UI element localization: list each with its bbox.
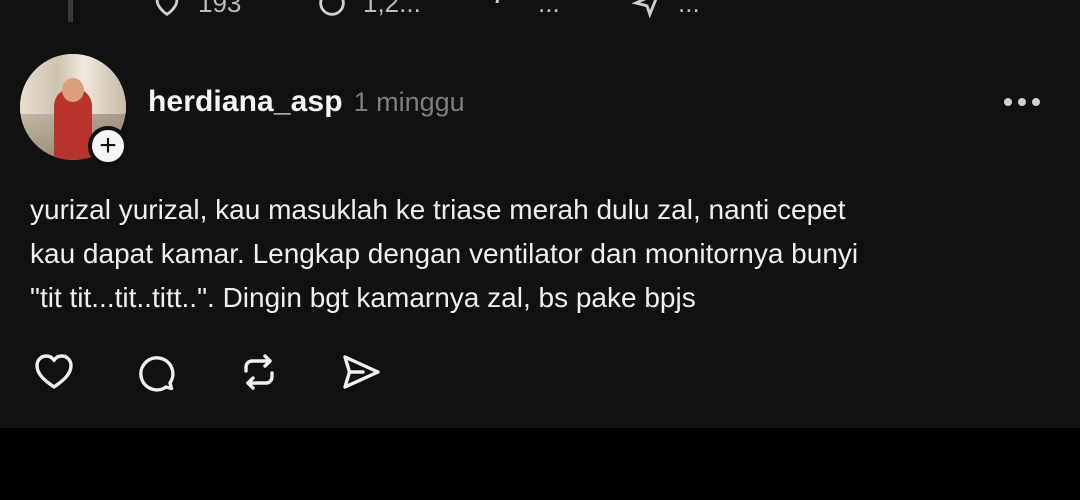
thread-post-card: 193 1,2... ... ... + herdiana_asp 1 ming… <box>0 0 1080 428</box>
comment-button[interactable] <box>133 350 177 394</box>
prev-repost-count: ... <box>538 0 560 18</box>
prev-share-count: ... <box>678 0 700 18</box>
prev-like-button[interactable]: 193 <box>150 0 241 20</box>
share-icon <box>631 0 658 19</box>
prev-repost-button[interactable]: ... <box>490 0 560 20</box>
share-icon <box>343 355 380 389</box>
prev-share-button[interactable]: ... <box>630 0 700 20</box>
prev-comment-count: 1,2... <box>363 0 421 18</box>
more-dot-icon <box>1032 98 1040 106</box>
post-text: yurizal yurizal, kau masuklah ke triase … <box>30 194 859 313</box>
prev-like-count: 193 <box>198 0 242 18</box>
post-header: herdiana_asp 1 minggu <box>148 85 465 119</box>
follow-plus-button[interactable]: + <box>88 126 128 166</box>
more-dot-icon <box>1004 98 1012 106</box>
share-button[interactable] <box>339 350 383 394</box>
repost-icon <box>495 0 500 4</box>
prev-comment-button[interactable]: 1,2... <box>315 0 421 20</box>
repost-icon <box>244 354 274 390</box>
repost-button[interactable] <box>237 350 281 394</box>
comment-icon <box>319 0 345 16</box>
username[interactable]: herdiana_asp <box>148 85 343 119</box>
heart-icon <box>35 354 73 389</box>
thread-connector-line <box>68 0 73 22</box>
more-options-button[interactable] <box>1004 98 1040 106</box>
comment-icon <box>139 356 175 392</box>
post-timestamp: 1 minggu <box>353 87 465 117</box>
more-dot-icon <box>1018 98 1026 106</box>
avatar-wrapper[interactable]: + <box>20 54 128 166</box>
heart-icon <box>155 0 179 17</box>
like-button[interactable] <box>32 350 76 394</box>
